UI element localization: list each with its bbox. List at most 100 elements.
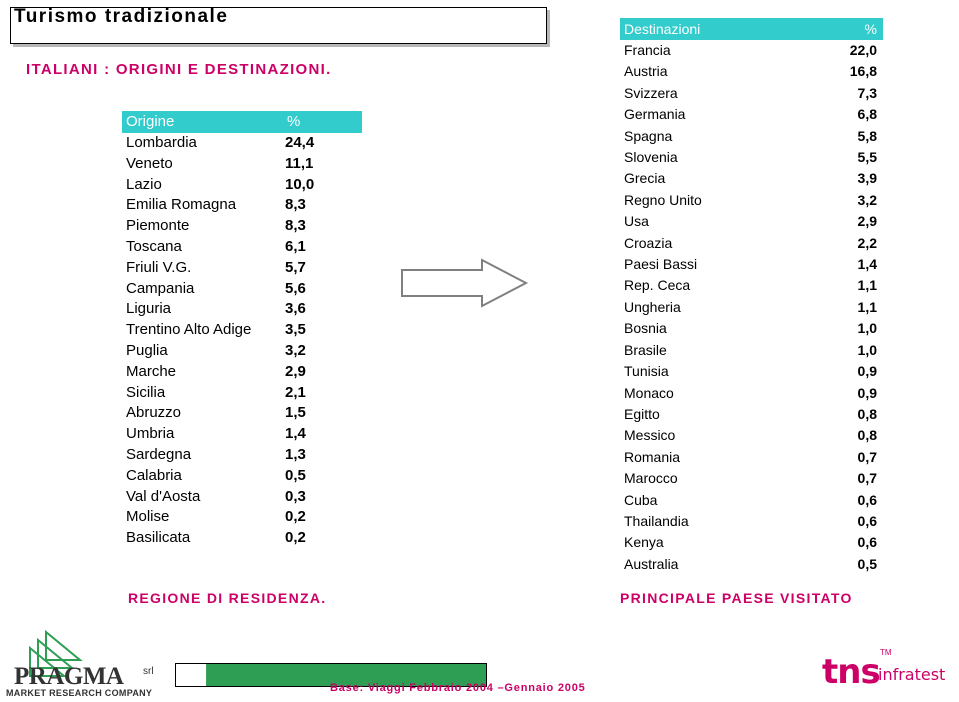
destination-name: Cuba <box>624 491 658 508</box>
destination-percent: 16,8 <box>849 63 877 80</box>
table-row: Ungheria 1,1 <box>620 297 883 318</box>
destination-percent: 0,6 <box>857 534 877 551</box>
destination-percent: 1,1 <box>857 277 877 294</box>
destination-name: Rep. Ceca <box>624 277 691 294</box>
origin-percent: 1,3 <box>285 445 306 463</box>
column-header-origine: Origine <box>122 111 283 133</box>
destination-name: Grecia <box>624 170 666 187</box>
destination-percent: 0,7 <box>857 448 877 465</box>
footer-caption-residence: REGIONE DI RESIDENZA. <box>128 590 327 606</box>
flow-arrow-icon <box>400 258 530 308</box>
destination-percent: 0,7 <box>857 470 877 487</box>
table-row: Lombardia 24,4 <box>122 133 362 154</box>
table-header-row: Origine % <box>122 111 362 133</box>
destination-percent: 1,1 <box>857 298 877 315</box>
table-row: Liguria 3,6 <box>122 299 362 320</box>
destination-name: Thailandia <box>624 512 689 529</box>
column-header-percent: % <box>283 111 362 133</box>
destination-name: Bosnia <box>624 320 667 337</box>
table-row: Spagna 5,8 <box>620 126 883 147</box>
destinations-table: Destinazioni % Francia 22,0 Austria 16,8 Svi… <box>620 18 883 575</box>
page-title: Turismo tradizionale <box>14 6 229 27</box>
column-header-percent: % <box>817 18 883 40</box>
destination-name: Australia <box>624 555 679 572</box>
table-row: Croazia 2,2 <box>620 233 883 254</box>
origin-name: Lazio <box>126 175 162 193</box>
destination-name: Croazia <box>624 234 673 251</box>
origin-name: Val d'Aosta <box>126 487 201 505</box>
destination-percent: 1,0 <box>857 320 877 337</box>
destination-percent: 0,8 <box>857 427 877 444</box>
origin-name: Umbria <box>126 425 175 443</box>
table-row: Umbria 1,4 <box>122 424 362 445</box>
table-row: Grecia 3,9 <box>620 168 883 189</box>
destination-name: Austria <box>624 63 668 80</box>
pragma-tagline: MARKET RESEARCH COMPANY <box>6 688 153 698</box>
origin-percent: 0,5 <box>285 466 306 484</box>
origin-name: Emilia Romagna <box>126 196 237 214</box>
destination-name: Marocco <box>624 470 678 487</box>
origin-percent: 5,7 <box>285 258 306 276</box>
table-row: Trentino Alto Adige 3,5 <box>122 320 362 341</box>
destination-percent: 0,6 <box>857 512 877 529</box>
origin-name: Basilicata <box>126 529 191 547</box>
origin-percent: 0,3 <box>285 487 306 505</box>
tns-trademark-symbol: TM <box>880 648 892 657</box>
table-row: Germania 6,8 <box>620 104 883 125</box>
origin-name: Trentino Alto Adige <box>126 321 252 339</box>
destination-percent: 5,5 <box>857 149 877 166</box>
destination-percent: 3,9 <box>857 170 877 187</box>
destination-percent: 2,9 <box>857 213 877 230</box>
destination-percent: 1,4 <box>857 256 877 273</box>
table-row: Lazio 10,0 <box>122 175 362 196</box>
pragma-wordmark: PRAGMA <box>14 663 124 690</box>
table-row: Molise 0,2 <box>122 507 362 528</box>
origin-name: Friuli V.G. <box>126 258 192 276</box>
table-row: Australia 0,5 <box>620 554 883 575</box>
origin-name: Campania <box>126 279 195 297</box>
table-row: Toscana 6,1 <box>122 237 362 258</box>
table-row: Marche 2,9 <box>122 362 362 383</box>
origin-percent: 24,4 <box>285 134 315 151</box>
destination-name: Messico <box>624 427 676 444</box>
origin-name: Liguria <box>126 300 172 318</box>
destination-name: Ungheria <box>624 298 681 315</box>
table-row: Sicilia 2,1 <box>122 383 362 404</box>
origin-percent: 8,3 <box>285 196 306 214</box>
destination-name: Tunisia <box>624 363 669 380</box>
destination-name: Usa <box>624 213 649 230</box>
destination-name: Brasile <box>624 341 667 358</box>
table-row: Bosnia 1,0 <box>620 318 883 339</box>
table-row: Slovenia 5,5 <box>620 147 883 168</box>
origins-table: Origine % Lombardia 24,4 Veneto 11,1 Lazio 10… <box>122 111 362 549</box>
table-row: Abruzzo 1,5 <box>122 403 362 424</box>
table-row: Tunisia 0,9 <box>620 361 883 382</box>
destination-percent: 2,2 <box>857 234 877 251</box>
bottom-bar-white-segment <box>176 664 206 686</box>
table-row: Emilia Romagna 8,3 <box>122 195 362 216</box>
destination-percent: 0,5 <box>857 555 877 572</box>
origin-percent: 3,2 <box>285 341 306 359</box>
table-row: Friuli V.G. 5,7 <box>122 258 362 279</box>
table-header-row: Destinazioni % <box>620 18 883 40</box>
destination-percent: 0,9 <box>857 384 877 401</box>
origin-percent: 2,9 <box>285 362 306 380</box>
table-row: Val d'Aosta 0,3 <box>122 487 362 508</box>
origin-percent: 8,3 <box>285 217 306 235</box>
destination-percent: 7,3 <box>857 84 877 101</box>
origin-percent: 6,1 <box>285 237 306 255</box>
table-row: Campania 5,6 <box>122 279 362 300</box>
table-row: Thailandia 0,6 <box>620 511 883 532</box>
origin-name: Veneto <box>126 154 173 172</box>
table-row: Cuba 0,6 <box>620 490 883 511</box>
tns-infratest-label: infratest <box>878 665 946 684</box>
destination-percent: 1,0 <box>857 341 877 358</box>
table-row: Svizzera 7,3 <box>620 83 883 104</box>
origin-percent: 5,6 <box>285 279 306 297</box>
base-note: Base: Viaggi Febbraio 2004 –Gennaio 2005 <box>330 682 586 694</box>
origin-name: Marche <box>126 362 177 380</box>
origin-name: Calabria <box>126 466 182 484</box>
origin-percent: 0,2 <box>285 529 306 547</box>
destination-name: Slovenia <box>624 149 678 166</box>
destination-name: Egitto <box>624 405 660 422</box>
